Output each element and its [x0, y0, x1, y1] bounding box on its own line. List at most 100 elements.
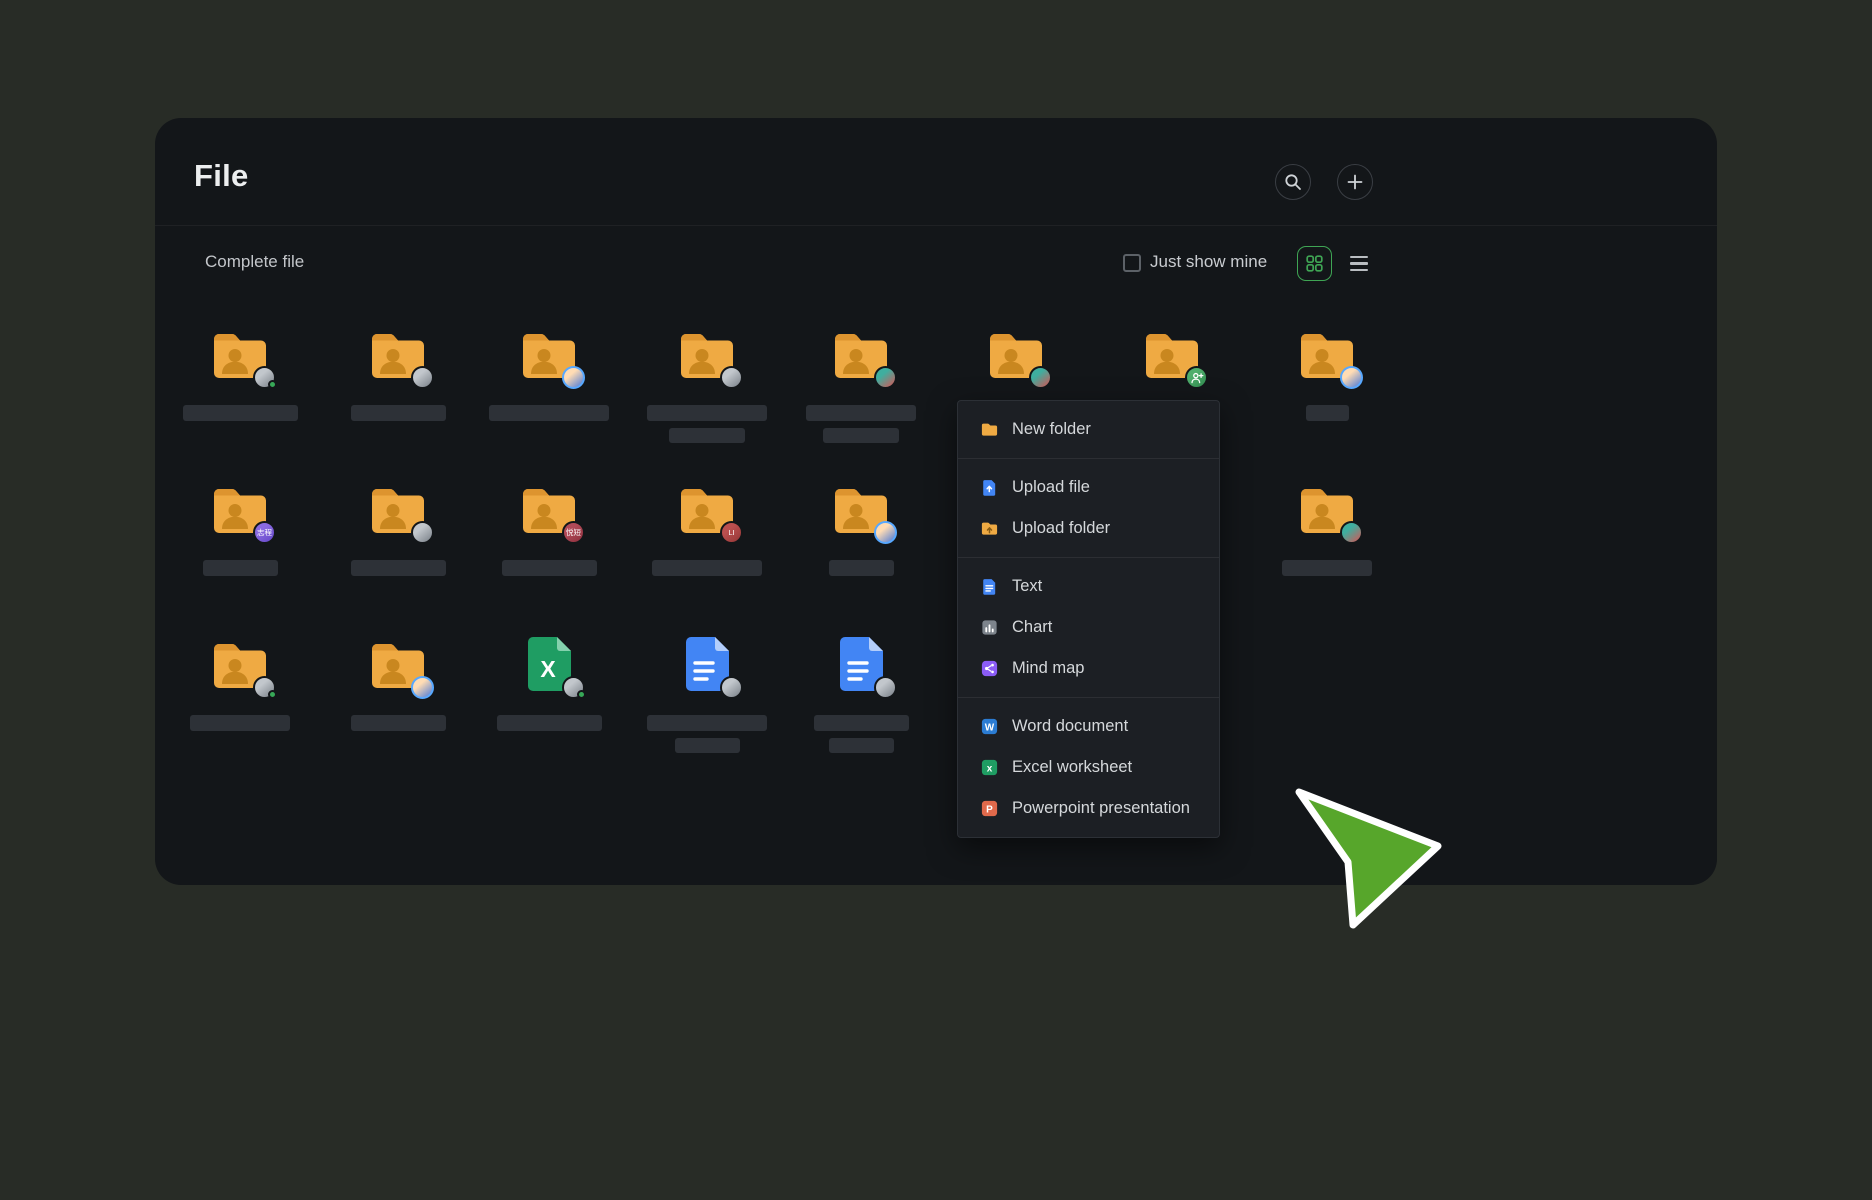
folder-item[interactable] [474, 322, 624, 421]
folder-icon [517, 322, 581, 386]
svg-text:X: X [540, 656, 556, 682]
file-grid: 志程 悦短 LI X [155, 118, 1717, 885]
avatar-badge [411, 366, 434, 389]
folder-icon: LI [675, 477, 739, 541]
folder-item[interactable] [323, 322, 473, 421]
powerpoint-icon: P [980, 799, 999, 818]
menu-item-label: Excel worksheet [1012, 758, 1132, 777]
menu-item-excel-worksheet[interactable]: x Excel worksheet [958, 747, 1219, 788]
folder-icon [1295, 477, 1359, 541]
avatar-badge [720, 366, 743, 389]
folder-icon [208, 632, 272, 696]
menu-item-mind-map[interactable]: Mind map [958, 648, 1219, 689]
avatar-badge [562, 676, 585, 699]
menu-item-chart[interactable]: Chart [958, 607, 1219, 648]
folder-item[interactable] [1252, 322, 1402, 421]
folder-item[interactable] [1252, 477, 1402, 576]
menu-item-powerpoint-presentation[interactable]: PPowerpoint presentation [958, 788, 1219, 829]
svg-text:P: P [986, 804, 993, 815]
folder-item[interactable] [786, 477, 936, 576]
menu-item-label: Word document [1012, 717, 1128, 736]
menu-item-label: New folder [1012, 420, 1091, 439]
folder-item[interactable] [323, 477, 473, 576]
file-item[interactable] [632, 632, 782, 753]
avatar-badge [253, 366, 276, 389]
file-label-skeleton [351, 560, 446, 576]
file-label-skeleton [823, 428, 899, 443]
folder-item[interactable] [165, 322, 315, 421]
doc-icon [829, 632, 893, 696]
folder-icon [829, 477, 893, 541]
menu-item-text[interactable]: Text [958, 566, 1219, 607]
menu-item-upload-file[interactable]: Upload file [958, 467, 1219, 508]
file-label-skeleton [647, 405, 767, 421]
menu-group: Upload file Upload folder [958, 459, 1219, 557]
avatar-badge [874, 521, 897, 544]
file-item[interactable] [786, 632, 936, 753]
doc-text-icon [980, 577, 999, 596]
file-label-skeleton [351, 405, 446, 421]
menu-item-word-document[interactable]: W Word document [958, 706, 1219, 747]
file-label-skeleton [489, 405, 609, 421]
folder-icon [366, 632, 430, 696]
file-label-skeleton [203, 560, 278, 576]
file-upload-icon [980, 478, 999, 497]
folder-item[interactable] [1097, 322, 1247, 386]
avatar-badge [1029, 366, 1052, 389]
folder-icon: 志程 [208, 477, 272, 541]
file-label-skeleton [814, 715, 909, 731]
folder-item[interactable] [165, 632, 315, 731]
avatar-badge [720, 676, 743, 699]
menu-item-label: Chart [1012, 618, 1052, 637]
folder-icon [829, 322, 893, 386]
avatar-badge [411, 676, 434, 699]
menu-item-label: Upload file [1012, 478, 1090, 497]
folder-icon [984, 322, 1048, 386]
doc-icon [675, 632, 739, 696]
folder-item[interactable]: LI [632, 477, 782, 576]
avatar-badge [1185, 366, 1208, 389]
folder-upload-icon [980, 519, 999, 538]
folder-icon [675, 322, 739, 386]
folder-item[interactable] [786, 322, 936, 443]
menu-item-label: Text [1012, 577, 1042, 596]
folder-icon [366, 477, 430, 541]
online-status-dot [268, 690, 277, 699]
avatar-badge [874, 676, 897, 699]
folder-item[interactable] [632, 322, 782, 443]
menu-group: W Word document x Excel worksheet PPowerpoin… [958, 698, 1219, 837]
file-label-skeleton [829, 738, 894, 753]
file-label-skeleton [647, 715, 767, 731]
file-label-skeleton [1282, 560, 1372, 576]
file-item[interactable]: X [474, 632, 624, 731]
folder-icon [208, 322, 272, 386]
folder-icon [366, 322, 430, 386]
file-manager-window: File Complete file Just show mine [155, 118, 1717, 885]
menu-item-new-folder[interactable]: New folder [958, 409, 1219, 450]
menu-group: New folder [958, 401, 1219, 458]
folder-icon: 悦短 [517, 477, 581, 541]
mindmap-icon [980, 659, 999, 678]
menu-item-upload-folder[interactable]: Upload folder [958, 508, 1219, 549]
file-label-skeleton [190, 715, 290, 731]
file-label-skeleton [652, 560, 762, 576]
file-label-skeleton [806, 405, 916, 421]
online-status-dot [268, 380, 277, 389]
file-label-skeleton [497, 715, 602, 731]
file-label-skeleton [669, 428, 745, 443]
avatar-badge [1340, 521, 1363, 544]
folder-icon [1295, 322, 1359, 386]
online-status-dot [577, 690, 586, 699]
word-icon: W [980, 717, 999, 736]
avatar-badge: 志程 [253, 521, 276, 544]
file-label-skeleton [351, 715, 446, 731]
file-label-skeleton [183, 405, 298, 421]
folder-item[interactable] [323, 632, 473, 731]
folder-item[interactable] [941, 322, 1091, 386]
excel-icon: x [980, 758, 999, 777]
folder-item[interactable]: 悦短 [474, 477, 624, 576]
avatar-badge [253, 676, 276, 699]
desktop-background: File Complete file Just show mine [0, 0, 1872, 1200]
folder-item[interactable]: 志程 [165, 477, 315, 576]
file-label-skeleton [1306, 405, 1349, 421]
